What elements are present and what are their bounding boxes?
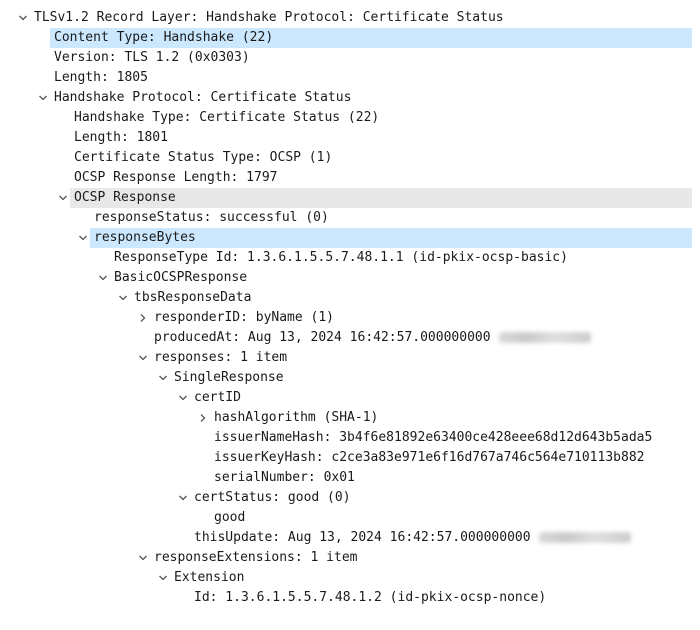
- tree-row-label: good: [214, 510, 246, 525]
- tree-row-label: certID: [194, 390, 241, 405]
- tree-row-label: certStatus: good (0): [194, 490, 351, 505]
- tree-row-responses[interactable]: responses: 1 item: [0, 348, 700, 368]
- tree-row-label: Length: 1805: [54, 70, 148, 85]
- tree-row-label: hashAlgorithm (SHA-1): [214, 410, 379, 425]
- chevron-down-icon[interactable]: [56, 188, 70, 208]
- tree-row-tls-record-layer[interactable]: TLSv1.2 Record Layer: Handshake Protocol…: [0, 8, 700, 28]
- tree-row-handshake-type[interactable]: Handshake Type: Certificate Status (22): [0, 108, 700, 128]
- tree-row-ocsp-response-length[interactable]: OCSP Response Length: 1797: [0, 168, 700, 188]
- tree-row-produced-at[interactable]: producedAt: Aug 13, 2024 16:42:57.000000…: [0, 328, 700, 348]
- chevron-right-icon[interactable]: [196, 408, 210, 428]
- tree-row-label: thisUpdate: Aug 13, 2024 16:42:57.000000…: [194, 528, 631, 548]
- tree-row-label: serialNumber: 0x01: [214, 470, 355, 485]
- tree-row-response-type-id[interactable]: ResponseType Id: 1.3.6.1.5.5.7.48.1.1 (i…: [0, 248, 700, 268]
- chevron-down-icon[interactable]: [156, 368, 170, 388]
- tree-row-serial-number[interactable]: serialNumber: 0x01: [0, 468, 700, 488]
- tree-row-cert-id[interactable]: certID: [0, 388, 700, 408]
- tree-row-label: issuerNameHash: 3b4f6e81892e63400ce428ee…: [214, 430, 653, 445]
- tree-row-label: responses: 1 item: [154, 350, 288, 365]
- tree-row-label: responseExtensions: 1 item: [154, 550, 358, 565]
- tree-row-issuer-name-hash[interactable]: issuerNameHash: 3b4f6e81892e63400ce428ee…: [0, 428, 700, 448]
- tree-row-cert-status[interactable]: certStatus: good (0): [0, 488, 700, 508]
- tree-row-cert-status-good[interactable]: good: [0, 508, 700, 528]
- tree-row-label: tbsResponseData: [134, 290, 252, 305]
- tree-row-label: responderID: byName (1): [154, 310, 335, 325]
- tree-row-label: OCSP Response: [74, 190, 176, 205]
- tree-row-label: Extension: [174, 570, 245, 585]
- chevron-right-icon[interactable]: [136, 308, 150, 328]
- chevron-down-icon[interactable]: [136, 548, 150, 568]
- chevron-down-icon[interactable]: [36, 88, 50, 108]
- chevron-down-icon[interactable]: [176, 488, 190, 508]
- tree-row-ocsp-response[interactable]: OCSP Response: [59, 188, 692, 208]
- tree-row-label: ResponseType Id: 1.3.6.1.5.5.7.48.1.1 (i…: [114, 250, 568, 265]
- tree-row-label: Handshake Protocol: Certificate Status: [54, 90, 352, 105]
- tree-row-label: Length: 1801: [74, 130, 168, 145]
- tree-row-label: OCSP Response Length: 1797: [74, 170, 278, 185]
- tree-row-certificate-status-type[interactable]: Certificate Status Type: OCSP (1): [0, 148, 700, 168]
- tree-row-basic-ocsp-response[interactable]: BasicOCSPResponse: [0, 268, 700, 288]
- tree-row-handshake-protocol[interactable]: Handshake Protocol: Certificate Status: [0, 88, 700, 108]
- tree-row-label: Content Type: Handshake (22): [54, 30, 274, 45]
- tree-row-label: responseBytes: [94, 230, 196, 245]
- tree-row-label: responseStatus: successful (0): [94, 210, 329, 225]
- chevron-down-icon[interactable]: [176, 388, 190, 408]
- tree-row-version[interactable]: Version: TLS 1.2 (0x0303): [0, 48, 700, 68]
- tree-row-label: Handshake Type: Certificate Status (22): [74, 110, 380, 125]
- packet-details-tree: TLSv1.2 Record Layer: Handshake Protocol…: [0, 0, 700, 608]
- tree-row-issuer-key-hash[interactable]: issuerKeyHash: c2ce3a83e971e6f16d767a746…: [0, 448, 700, 468]
- tree-row-this-update[interactable]: thisUpdate: Aug 13, 2024 16:42:57.000000…: [0, 528, 700, 548]
- redacted-timezone-blur: [538, 532, 631, 543]
- tree-row-response-status[interactable]: responseStatus: successful (0): [0, 208, 700, 228]
- chevron-down-icon[interactable]: [96, 268, 110, 288]
- tree-row-label: issuerKeyHash: c2ce3a83e971e6f16d767a746…: [214, 450, 645, 465]
- tree-row-responder-id[interactable]: responderID: byName (1): [0, 308, 700, 328]
- chevron-down-icon[interactable]: [136, 348, 150, 368]
- tree-row-label: producedAt: Aug 13, 2024 16:42:57.000000…: [154, 328, 591, 348]
- chevron-down-icon[interactable]: [156, 568, 170, 588]
- tree-row-record-length[interactable]: Length: 1805: [0, 68, 700, 88]
- tree-row-handshake-length[interactable]: Length: 1801: [0, 128, 700, 148]
- tree-row-single-response[interactable]: SingleResponse: [0, 368, 700, 388]
- tree-row-tbs-response-data[interactable]: tbsResponseData: [0, 288, 700, 308]
- tree-row-label: Certificate Status Type: OCSP (1): [74, 150, 333, 165]
- tree-row-response-bytes[interactable]: responseBytes: [79, 228, 692, 248]
- tree-row-label: TLSv1.2 Record Layer: Handshake Protocol…: [34, 10, 504, 25]
- tree-row-label: Version: TLS 1.2 (0x0303): [54, 50, 250, 65]
- tree-row-extension[interactable]: Extension: [0, 568, 700, 588]
- tree-row-label: SingleResponse: [174, 370, 284, 385]
- redacted-timezone-blur: [498, 332, 591, 343]
- tree-row-hash-algorithm[interactable]: hashAlgorithm (SHA-1): [0, 408, 700, 428]
- tree-row-label: BasicOCSPResponse: [114, 270, 248, 285]
- chevron-down-icon[interactable]: [116, 288, 130, 308]
- chevron-down-icon[interactable]: [16, 8, 30, 28]
- chevron-down-icon[interactable]: [76, 228, 90, 248]
- tree-row-content-type[interactable]: Content Type: Handshake (22): [50, 28, 692, 48]
- tree-row-extension-id[interactable]: Id: 1.3.6.1.5.5.7.48.1.2 (id-pkix-ocsp-n…: [0, 588, 700, 608]
- tree-row-response-extensions[interactable]: responseExtensions: 1 item: [0, 548, 700, 568]
- tree-row-label: Id: 1.3.6.1.5.5.7.48.1.2 (id-pkix-ocsp-n…: [194, 590, 547, 605]
